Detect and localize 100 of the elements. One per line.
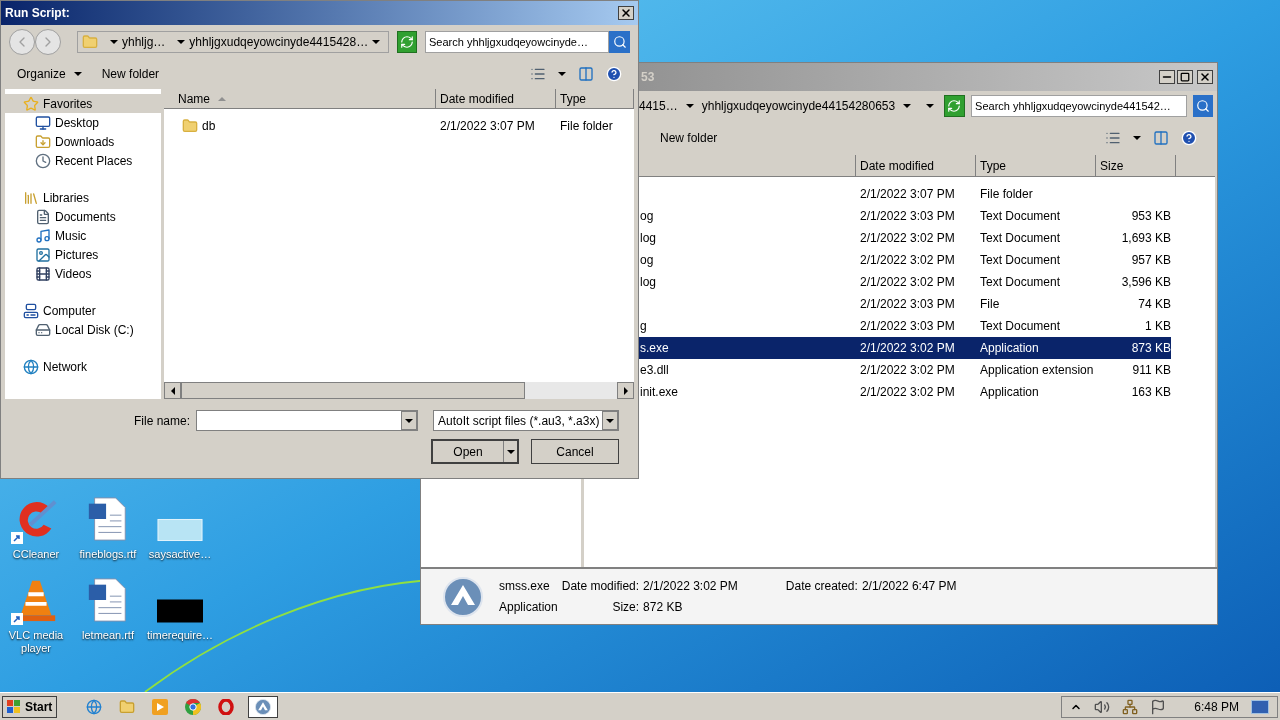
search-button[interactable]	[1192, 95, 1213, 117]
speaker-icon[interactable]	[1094, 698, 1111, 715]
nav-item[interactable]: Local Disk (C:)	[5, 320, 161, 339]
nav-item[interactable]: Computer	[5, 301, 161, 320]
file-name-label: File name:	[134, 412, 191, 430]
close-icon	[1199, 71, 1211, 83]
column-header[interactable]: Date modified	[856, 155, 976, 177]
close-button[interactable]	[1197, 70, 1213, 84]
help-icon[interactable]	[1181, 130, 1197, 146]
close-button[interactable]	[618, 6, 634, 20]
horizontal-scrollbar[interactable]	[164, 382, 634, 399]
search-field[interactable]: Search yhhljgxudqeyowcinyde441542…	[971, 95, 1187, 117]
nav-item[interactable]: Libraries	[5, 188, 161, 207]
library-icon	[23, 189, 39, 206]
toolbar-button[interactable]: New folder	[660, 129, 718, 147]
file-name: og	[640, 252, 655, 269]
dialog-button[interactable]: Open	[431, 439, 519, 464]
caret-icon	[506, 449, 515, 454]
minimize-button[interactable]	[1159, 70, 1175, 84]
caret-icon	[606, 418, 615, 423]
flag-icon[interactable]	[1150, 698, 1167, 715]
date-cell-text: 2/1/2022 3:02 PM	[859, 230, 956, 247]
detail-value: 2/1/2022 6:47 PM	[861, 578, 957, 595]
date-cell-text: 2/1/2022 3:02 PM	[859, 362, 956, 379]
dialog-button[interactable]: Cancel	[531, 439, 619, 464]
toolbar-button[interactable]: Organize	[17, 65, 82, 83]
nav-item[interactable]: Pictures	[5, 245, 161, 264]
detail-label: Date modified:	[561, 578, 640, 595]
nav-item[interactable]: Downloads	[5, 132, 161, 151]
picture-icon	[35, 246, 51, 263]
refresh-button[interactable]	[397, 31, 417, 53]
globe-icon	[23, 358, 39, 375]
file-type-dropdown[interactable]: AutoIt script files (*.au3, *.a3x)	[433, 410, 620, 431]
preview-pane-icon[interactable]	[1153, 130, 1169, 146]
refresh-button[interactable]	[943, 95, 966, 117]
size-cell-text: 957 KB	[1130, 252, 1171, 269]
file-name: log	[640, 230, 657, 247]
show-desktop-button[interactable]	[1251, 699, 1269, 714]
breadcrumb[interactable]: yhhljg…	[122, 33, 166, 51]
help-icon[interactable]	[606, 66, 622, 82]
caret-icon	[405, 418, 414, 423]
file-name: e3.dll	[640, 362, 670, 379]
file-name: og	[640, 208, 655, 225]
type-cell-text: File	[979, 296, 1001, 313]
file-name: g	[640, 318, 648, 335]
address-bar[interactable]: 4415… yhhljgxudqeyowcinyde44154280653	[637, 95, 938, 117]
nav-item[interactable]: Recent Places	[5, 151, 161, 170]
maximize-button[interactable]	[1177, 70, 1193, 84]
size-cell-text: 873 KB	[1130, 340, 1171, 357]
breadcrumb[interactable]: 4415…	[639, 97, 678, 115]
detail-value: 2/1/2022 3:02 PM	[643, 578, 738, 595]
start-button[interactable]: Start	[2, 695, 58, 718]
file-name-field[interactable]	[196, 410, 419, 431]
nav-item[interactable]: Network	[5, 357, 161, 376]
folder-icon	[82, 34, 98, 50]
icon-label: VLC media player	[7, 629, 65, 655]
toolbar-button[interactable]: New folder	[101, 65, 160, 83]
sort-arrow-icon	[218, 96, 226, 101]
play-icon	[152, 698, 169, 715]
refresh-icon	[947, 99, 962, 113]
breadcrumb[interactable]: yhhljgxudqeyowcinyde44154280653	[701, 97, 896, 115]
icon-label: letmean.rtf	[81, 629, 135, 642]
type-cell-text: Text Document	[979, 230, 1062, 247]
date-cell-text: 2/1/2022 3:03 PM	[859, 318, 956, 335]
column-header[interactable]: Name	[164, 89, 436, 109]
nav-item[interactable]: Favorites	[5, 94, 161, 113]
nav-item[interactable]: Videos	[5, 264, 161, 283]
computer-icon	[23, 302, 39, 319]
taskbar-button[interactable]	[248, 695, 279, 718]
column-header[interactable]: Size	[1096, 155, 1176, 177]
clock[interactable]: 6:48 PM	[1194, 697, 1239, 716]
column-header[interactable]: Type	[976, 155, 1096, 177]
refresh-icon	[400, 35, 415, 49]
column-header[interactable]: Date modified	[436, 89, 556, 109]
size-cell-text: 1,693 KB	[1120, 230, 1171, 247]
view-icon[interactable]	[1105, 130, 1121, 146]
caret-icon	[110, 40, 118, 44]
column-header[interactable]: Type	[556, 89, 634, 109]
logo-icon	[443, 576, 483, 617]
nav-item[interactable]: Documents	[5, 207, 161, 226]
icon-label: saysactive…	[147, 548, 213, 561]
search-button[interactable]	[609, 31, 630, 53]
nav-item[interactable]: Desktop	[5, 113, 161, 132]
left-arrow-icon	[170, 386, 175, 395]
date-cell-text: 2/1/2022 3:02 PM	[859, 340, 956, 357]
address-bar[interactable]: yhhljg… yhhljgxudqeyowcinyde4415428…	[77, 31, 390, 53]
search-field[interactable]: Search yhhljgxudqeyowcinyde…	[425, 31, 609, 53]
caret-icon	[925, 104, 934, 108]
preview-pane-icon[interactable]	[578, 66, 594, 82]
ring-icon	[218, 698, 235, 715]
document-icon	[35, 208, 51, 225]
network-icon[interactable]	[1122, 698, 1139, 715]
nav-item[interactable]: Music	[5, 226, 161, 245]
music-note-icon	[35, 227, 51, 244]
view-icon[interactable]	[530, 66, 546, 82]
blank-file-icon	[157, 518, 203, 542]
folder-icon	[182, 118, 198, 134]
breadcrumb[interactable]: yhhljgxudqeyowcinyde4415428…	[189, 33, 369, 51]
clock-icon	[35, 152, 51, 169]
file-name[interactable]: db	[164, 117, 436, 135]
